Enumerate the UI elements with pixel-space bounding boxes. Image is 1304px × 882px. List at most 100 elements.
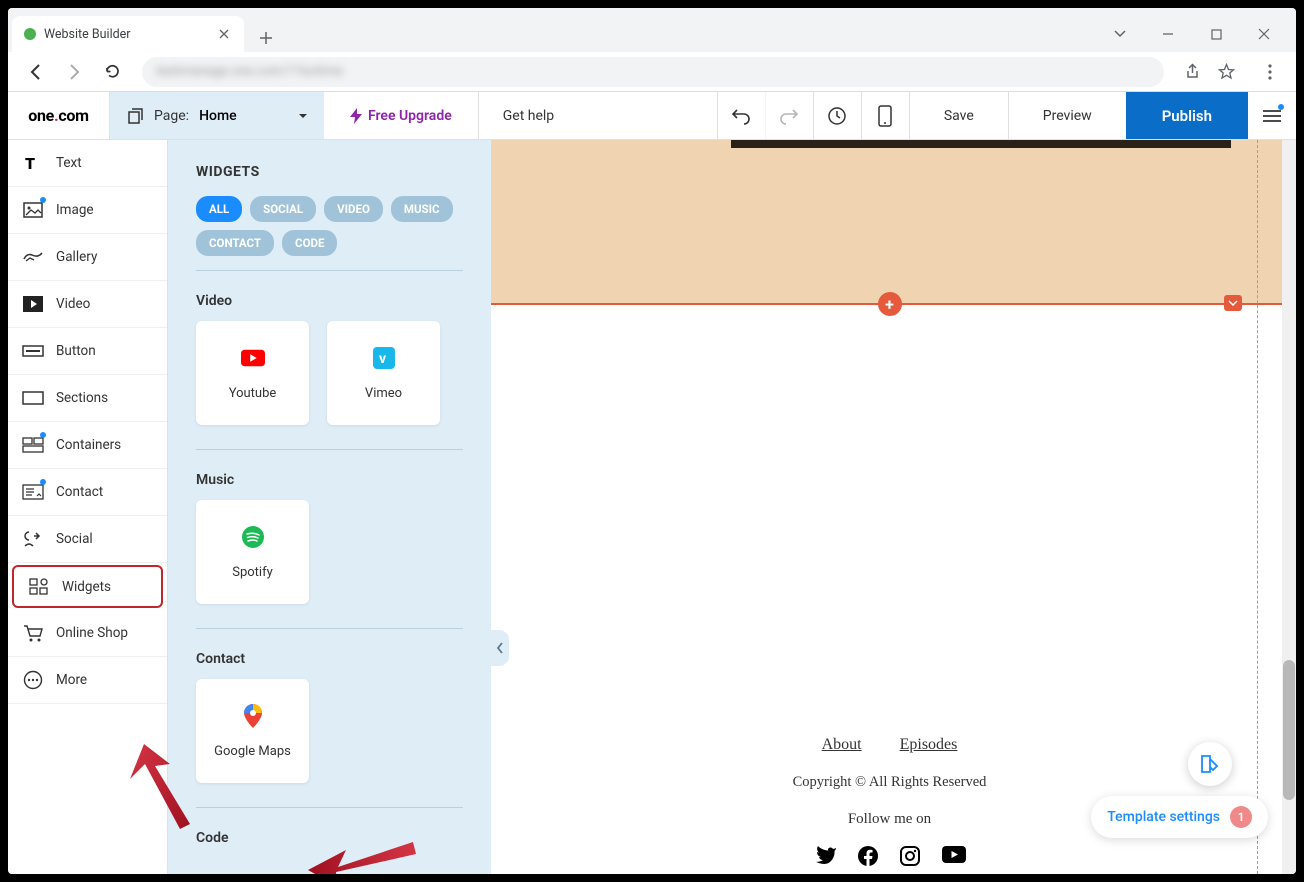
app-toolbar: one.com Page: Home Free Upgrade Get help… xyxy=(8,92,1296,140)
image-placeholder xyxy=(731,140,1231,148)
widget-vimeo[interactable]: v Vimeo xyxy=(327,321,440,425)
rail-item-sections[interactable]: Sections xyxy=(8,375,167,422)
chevron-down-icon[interactable] xyxy=(1102,20,1138,48)
page-selector[interactable]: Page: Home xyxy=(110,92,324,139)
bolt-icon xyxy=(350,108,362,124)
logo[interactable]: one.com xyxy=(8,92,110,139)
shop-icon xyxy=(22,622,44,644)
upgrade-button[interactable]: Free Upgrade xyxy=(324,92,479,139)
section-contact-title: Contact xyxy=(196,651,463,667)
tab-title: Website Builder xyxy=(44,27,208,42)
youtube-footer-icon[interactable] xyxy=(942,846,966,866)
rail-item-more[interactable]: More xyxy=(8,657,167,704)
tab-close-button[interactable] xyxy=(216,26,232,42)
instagram-icon[interactable] xyxy=(900,846,920,866)
image-icon xyxy=(22,199,44,221)
twitter-icon[interactable] xyxy=(814,846,836,866)
star-icon[interactable] xyxy=(1212,58,1240,86)
redo-button[interactable] xyxy=(765,92,813,139)
panel-heading: WIDGETS xyxy=(196,164,463,180)
rail-item-button[interactable]: Button xyxy=(8,328,167,375)
forward-button[interactable] xyxy=(58,56,90,88)
device-preview-button[interactable] xyxy=(861,92,909,139)
svg-text:T: T xyxy=(25,155,35,171)
section-block[interactable] xyxy=(491,140,1288,305)
containers-icon xyxy=(22,434,44,456)
chip-music[interactable]: MUSIC xyxy=(391,196,453,222)
url-text: teshmanage.one.com/7-funtime xyxy=(156,64,343,79)
rail-item-text[interactable]: TText xyxy=(8,140,167,187)
reload-button[interactable] xyxy=(96,56,128,88)
url-input[interactable]: teshmanage.one.com/7-funtime xyxy=(142,57,1164,87)
preview-button[interactable]: Preview xyxy=(1008,92,1126,139)
menu-button[interactable] xyxy=(1248,92,1296,139)
divider xyxy=(196,628,463,629)
page-label: Page: xyxy=(154,108,189,124)
back-button[interactable] xyxy=(20,56,52,88)
widget-google-maps[interactable]: Google Maps xyxy=(196,679,309,783)
vimeo-icon: v xyxy=(372,346,396,370)
browser-menu-icon[interactable] xyxy=(1256,58,1284,86)
palette-icon xyxy=(1199,753,1221,775)
history-button[interactable] xyxy=(813,92,861,139)
footer-link-about[interactable]: About xyxy=(822,736,862,754)
help-button[interactable]: Get help xyxy=(479,92,578,139)
rail-item-online-shop[interactable]: Online Shop xyxy=(8,610,167,657)
widget-spotify[interactable]: Spotify xyxy=(196,500,309,604)
rail-item-widgets[interactable]: Widgets xyxy=(12,565,163,608)
canvas[interactable]: + About Episodes Copyright © All Rights … xyxy=(491,140,1296,874)
insert-section-line[interactable]: + xyxy=(491,303,1288,305)
google-maps-icon xyxy=(241,704,265,728)
left-rail: TText Image Gallery Video Button Section… xyxy=(8,140,168,874)
divider xyxy=(196,807,463,808)
social-icon xyxy=(22,528,44,550)
chip-contact[interactable]: CONTACT xyxy=(196,230,274,256)
sections-icon xyxy=(22,387,44,409)
add-section-button[interactable]: + xyxy=(878,292,902,316)
chip-code[interactable]: CODE xyxy=(282,230,337,256)
footer-link-episodes[interactable]: Episodes xyxy=(900,736,958,754)
social-icons xyxy=(491,846,1288,866)
maximize-button[interactable] xyxy=(1198,20,1234,48)
chip-video[interactable]: VIDEO xyxy=(324,196,383,222)
template-settings-button[interactable]: Template settings 1 xyxy=(1091,796,1268,838)
save-button[interactable]: Save xyxy=(909,92,1008,139)
spotify-icon xyxy=(241,525,265,549)
close-window-button[interactable] xyxy=(1246,20,1282,48)
svg-text:v: v xyxy=(379,351,386,367)
section-video-title: Video xyxy=(196,293,463,309)
chip-all[interactable]: ALL xyxy=(196,196,242,222)
filter-chips: ALL SOCIAL VIDEO MUSIC CONTACT CODE xyxy=(196,196,463,256)
rail-item-image[interactable]: Image xyxy=(8,187,167,234)
button-icon xyxy=(22,340,44,362)
publish-button[interactable]: Publish xyxy=(1126,92,1248,139)
contact-icon xyxy=(22,481,44,503)
section-code-title: Code xyxy=(196,830,463,846)
section-dropdown-icon[interactable] xyxy=(1224,295,1242,311)
scrollbar-thumb[interactable] xyxy=(1283,660,1295,800)
theme-palette-button[interactable] xyxy=(1188,742,1232,786)
new-tab-button[interactable] xyxy=(252,24,280,52)
scrollbar[interactable] xyxy=(1282,140,1296,874)
facebook-icon[interactable] xyxy=(858,846,878,866)
video-icon xyxy=(22,293,44,315)
more-icon xyxy=(22,669,44,691)
chip-social[interactable]: SOCIAL xyxy=(250,196,316,222)
widgets-icon xyxy=(28,576,50,598)
panel-collapse-button[interactable] xyxy=(491,630,509,666)
minimize-button[interactable] xyxy=(1150,20,1186,48)
rail-item-containers[interactable]: Containers xyxy=(8,422,167,469)
rail-item-social[interactable]: Social xyxy=(8,516,167,563)
undo-button[interactable] xyxy=(717,92,765,139)
chevron-down-icon xyxy=(298,113,308,119)
page-name: Home xyxy=(199,108,237,124)
widget-youtube[interactable]: Youtube xyxy=(196,321,309,425)
browser-tab[interactable]: Website Builder xyxy=(12,16,244,52)
address-bar: teshmanage.one.com/7-funtime xyxy=(8,52,1296,92)
rail-item-contact[interactable]: Contact xyxy=(8,469,167,516)
browser-tab-strip: Website Builder xyxy=(8,8,1296,52)
notification-badge: 1 xyxy=(1230,806,1252,828)
share-icon[interactable] xyxy=(1178,58,1206,86)
rail-item-video[interactable]: Video xyxy=(8,281,167,328)
rail-item-gallery[interactable]: Gallery xyxy=(8,234,167,281)
